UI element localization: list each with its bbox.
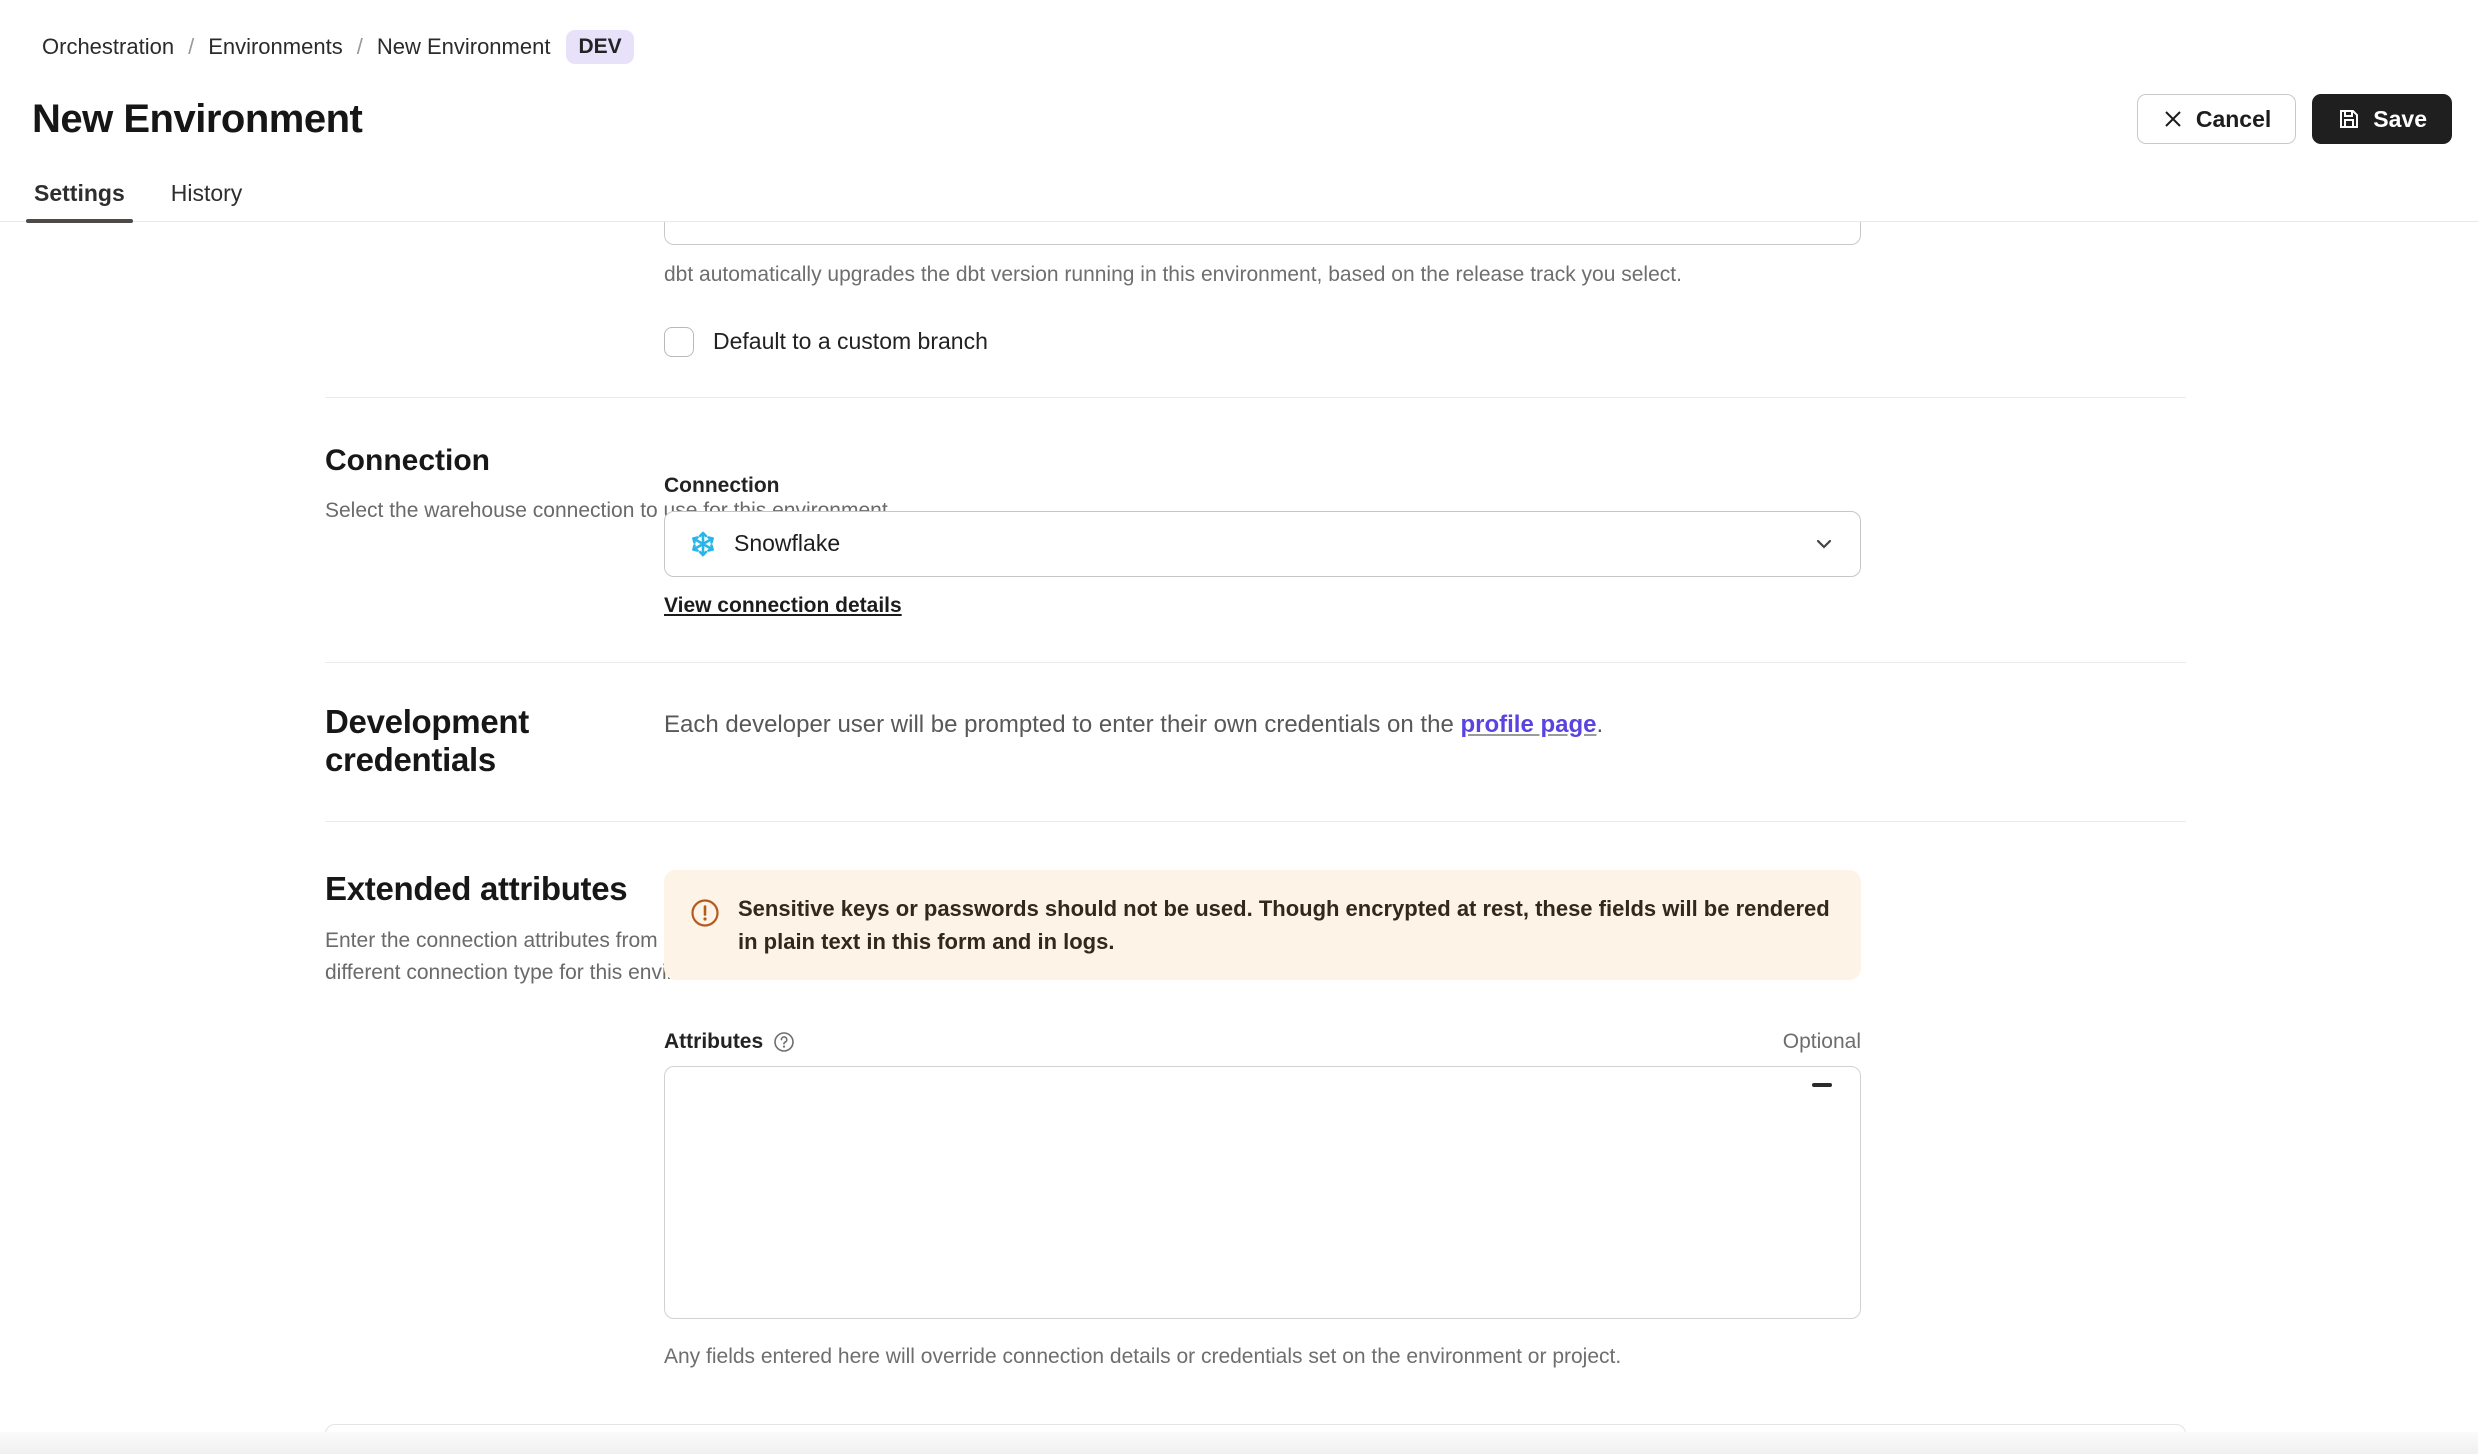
breadcrumb-environments[interactable]: Environments — [208, 34, 343, 60]
connection-selected-value: Snowflake — [734, 530, 840, 557]
warning-icon — [690, 898, 720, 928]
sensitive-keys-warning-banner: Sensitive keys or passwords should not b… — [664, 870, 1861, 980]
connection-field-label: Connection — [664, 474, 1861, 498]
credentials-section-title: Development credentials — [325, 703, 664, 779]
save-button-label: Save — [2373, 106, 2427, 133]
extended-attributes-section: Extended attributes Enter the connection… — [0, 822, 2478, 1373]
breadcrumb-separator: / — [357, 34, 363, 60]
view-connection-details-link[interactable]: View connection details — [664, 594, 902, 618]
breadcrumb: Orchestration / Environments / New Envir… — [0, 0, 2478, 64]
attributes-help-text: Any fields entered here will override co… — [664, 1341, 1861, 1373]
credentials-section: Development credentials Each developer u… — [0, 663, 2478, 779]
save-disk-icon — [2337, 107, 2361, 131]
snowflake-icon — [689, 530, 717, 558]
connection-select[interactable]: Snowflake — [664, 511, 1861, 577]
release-track-help-text: dbt automatically upgrades the dbt versi… — [664, 259, 1861, 291]
attributes-header: Attributes Optional — [664, 1030, 1861, 1054]
dev-badge: DEV — [566, 30, 633, 64]
custom-branch-checkbox[interactable] — [664, 327, 694, 357]
collapse-icon[interactable] — [1812, 1083, 1832, 1087]
warning-text: Sensitive keys or passwords should not b… — [738, 892, 1835, 958]
save-button[interactable]: Save — [2312, 94, 2452, 144]
help-icon[interactable] — [773, 1031, 795, 1053]
header-actions: Cancel Save — [2137, 94, 2452, 144]
custom-branch-row: Default to a custom branch — [664, 327, 1861, 357]
custom-branch-label: Default to a custom branch — [713, 328, 988, 355]
page-title: New Environment — [32, 97, 362, 142]
breadcrumb-orchestration[interactable]: Orchestration — [42, 34, 174, 60]
breadcrumb-separator: / — [188, 34, 194, 60]
title-row: New Environment Cancel Save — [0, 64, 2478, 144]
cancel-button[interactable]: Cancel — [2137, 94, 2296, 144]
breadcrumb-new-environment[interactable]: New Environment — [377, 34, 551, 60]
tab-history[interactable]: History — [169, 170, 245, 221]
chevron-down-icon — [1812, 532, 1836, 556]
credentials-text: Each developer user will be prompted to … — [664, 703, 1861, 739]
tab-settings[interactable]: Settings — [32, 170, 127, 221]
profile-page-link[interactable]: profile page — [1460, 711, 1596, 738]
optional-label: Optional — [1783, 1030, 1861, 1054]
attributes-textarea[interactable] — [664, 1066, 1861, 1319]
release-track-section: dbt automatically upgrades the dbt versi… — [0, 222, 2478, 397]
attributes-label: Attributes — [664, 1030, 763, 1054]
environment-settings-page: Orchestration / Environments / New Envir… — [0, 0, 2478, 1454]
close-icon — [2162, 108, 2184, 130]
release-track-select-partial[interactable] — [664, 222, 1861, 245]
connection-section: Connection Select the warehouse connecti… — [0, 398, 2478, 662]
page-footer-band — [0, 1432, 2478, 1454]
cancel-button-label: Cancel — [2196, 106, 2271, 133]
tab-bar: Settings History — [0, 170, 2478, 222]
